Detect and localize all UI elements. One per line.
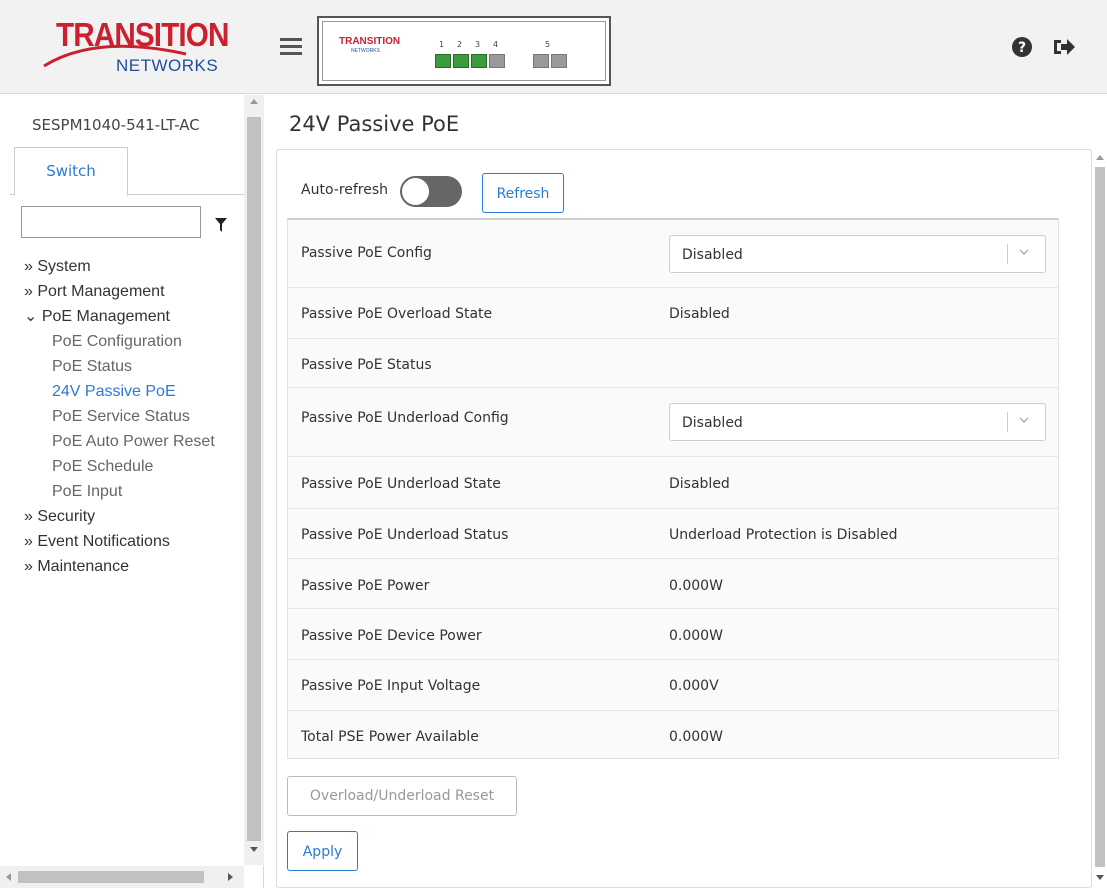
nav-item-poe-schedule[interactable]: PoE Schedule bbox=[24, 454, 215, 479]
chevron-down-icon bbox=[1019, 417, 1029, 423]
row-value: 0.000V bbox=[669, 678, 719, 694]
chevron-down-icon bbox=[1019, 249, 1029, 255]
row-value: Underload Protection is Disabled bbox=[669, 527, 898, 543]
nav-item-poe-input[interactable]: PoE Input bbox=[24, 479, 215, 504]
table-row: Passive PoE Device Power 0.000W bbox=[288, 609, 1058, 660]
device-image[interactable]: TRANSITION NETWORKS 1 2 3 4 5 bbox=[317, 16, 611, 86]
port-2-icon[interactable] bbox=[453, 54, 469, 68]
port-1-icon[interactable] bbox=[435, 54, 451, 68]
port-3-icon[interactable] bbox=[471, 54, 487, 68]
filter-icon[interactable] bbox=[215, 218, 227, 232]
nav-item-maintenance[interactable]: » Maintenance bbox=[24, 554, 215, 579]
nav-item-poe-management[interactable]: ⌄ PoE Management bbox=[24, 304, 215, 329]
device-logo-subtext: NETWORKS bbox=[351, 48, 380, 54]
row-label: Passive PoE Status bbox=[301, 357, 432, 373]
content-vertical-scrollbar[interactable] bbox=[1093, 149, 1107, 888]
sidebar-horizontal-scrollbar[interactable] bbox=[0, 866, 244, 888]
sidebar-vertical-scrollbar[interactable] bbox=[244, 95, 264, 865]
table-row: Passive PoE Underload State Disabled bbox=[288, 457, 1058, 509]
logo-text: TRANSITION bbox=[56, 16, 229, 53]
table-row: Passive PoE Status bbox=[288, 339, 1058, 388]
table-row: Passive PoE Overload State Disabled bbox=[288, 288, 1058, 339]
row-label: Total PSE Power Available bbox=[301, 729, 479, 745]
scroll-up-arrow-icon[interactable] bbox=[1096, 155, 1104, 160]
table-row: Total PSE Power Available 0.000W bbox=[288, 711, 1058, 759]
table-row: Passive PoE Underload Config Disabled bbox=[288, 388, 1058, 457]
overload-underload-reset-button[interactable]: Overload/Underload Reset bbox=[287, 776, 517, 816]
scrollbar-thumb[interactable] bbox=[18, 871, 204, 883]
row-label: Passive PoE Underload State bbox=[301, 476, 501, 492]
port-number: 1 bbox=[439, 40, 445, 49]
page-title: 24V Passive PoE bbox=[289, 112, 460, 136]
nav-item-port-management[interactable]: » Port Management bbox=[24, 279, 215, 304]
nav-item-poe-service-status[interactable]: PoE Service Status bbox=[24, 404, 215, 429]
select-separator bbox=[1007, 244, 1008, 264]
select-value: Disabled bbox=[682, 415, 743, 431]
port-5-sfp-icon[interactable] bbox=[551, 54, 567, 68]
device-panel: TRANSITION NETWORKS 1 2 3 4 5 bbox=[322, 21, 606, 81]
select-separator bbox=[1007, 412, 1008, 432]
port-5-icon[interactable] bbox=[533, 54, 549, 68]
help-icon[interactable]: ? bbox=[1011, 36, 1033, 58]
device-name: SESPM1040-541-LT-AC bbox=[32, 116, 200, 134]
scroll-down-arrow-icon[interactable] bbox=[250, 847, 258, 852]
svg-text:?: ? bbox=[1018, 40, 1026, 56]
nav-item-security[interactable]: » Security bbox=[24, 504, 215, 529]
row-label: Passive PoE Power bbox=[301, 578, 430, 594]
auto-refresh-toggle[interactable] bbox=[400, 176, 462, 207]
table-row: Passive PoE Config Disabled bbox=[288, 220, 1058, 288]
row-label: Passive PoE Config bbox=[301, 245, 432, 261]
nav-item-poe-auto-power-reset[interactable]: PoE Auto Power Reset bbox=[24, 429, 215, 454]
nav-item-system[interactable]: » System bbox=[24, 254, 215, 279]
row-label: Passive PoE Underload Status bbox=[301, 527, 509, 543]
refresh-button[interactable]: Refresh bbox=[482, 173, 564, 213]
nav-item-event-notifications[interactable]: » Event Notifications bbox=[24, 529, 215, 554]
logout-icon[interactable] bbox=[1052, 36, 1076, 58]
header: TRANSITION NETWORKS TRANSITION NETWORKS … bbox=[0, 0, 1107, 94]
logo: TRANSITION NETWORKS bbox=[36, 14, 236, 80]
select-value: Disabled bbox=[682, 247, 743, 263]
row-label: Passive PoE Overload State bbox=[301, 306, 493, 322]
scrollbar-thumb[interactable] bbox=[247, 117, 261, 841]
logo-subtext: NETWORKS bbox=[116, 56, 219, 75]
scroll-right-arrow-icon[interactable] bbox=[228, 873, 233, 881]
scroll-up-arrow-icon[interactable] bbox=[250, 99, 258, 104]
device-logo-text: TRANSITION bbox=[339, 36, 401, 47]
port-number: 3 bbox=[475, 40, 481, 49]
nav-item-poe-configuration[interactable]: PoE Configuration bbox=[24, 329, 215, 354]
toggle-knob bbox=[401, 177, 430, 206]
scrollbar-thumb[interactable] bbox=[1095, 167, 1105, 867]
port-number: 5 bbox=[545, 40, 551, 49]
tab-switch[interactable]: Switch bbox=[14, 147, 128, 196]
passive-poe-config-select[interactable]: Disabled bbox=[669, 235, 1046, 273]
port-number: 2 bbox=[457, 40, 463, 49]
table-row: Passive PoE Input Voltage 0.000V bbox=[288, 660, 1058, 711]
apply-button[interactable]: Apply bbox=[287, 831, 358, 871]
menu-icon[interactable] bbox=[280, 38, 302, 56]
port-4-icon[interactable] bbox=[489, 54, 505, 68]
scroll-left-arrow-icon[interactable] bbox=[6, 873, 11, 881]
row-label: Passive PoE Input Voltage bbox=[301, 678, 481, 694]
passive-poe-underload-config-select[interactable]: Disabled bbox=[669, 403, 1046, 441]
table-row: Passive PoE Underload Status Underload P… bbox=[288, 509, 1058, 559]
scroll-down-arrow-icon[interactable] bbox=[1096, 875, 1104, 880]
auto-refresh-label: Auto-refresh bbox=[301, 182, 389, 198]
nav-item-24v-passive-poe[interactable]: 24V Passive PoE bbox=[24, 379, 215, 404]
row-label: Passive PoE Underload Config bbox=[301, 410, 509, 426]
table-row: Passive PoE Power 0.000W bbox=[288, 559, 1058, 609]
row-value: Disabled bbox=[669, 476, 730, 492]
row-value: 0.000W bbox=[669, 729, 723, 745]
sidebar-nav: » System » Port Management ⌄ PoE Managem… bbox=[24, 254, 215, 579]
nav-item-poe-status[interactable]: PoE Status bbox=[24, 354, 215, 379]
row-value: 0.000W bbox=[669, 578, 723, 594]
port-number: 4 bbox=[493, 40, 499, 49]
row-value: 0.000W bbox=[669, 628, 723, 644]
row-value: Disabled bbox=[669, 306, 730, 322]
menu-filter-input[interactable] bbox=[21, 206, 201, 238]
passive-poe-table: Passive PoE Config Disabled Passive PoE … bbox=[287, 218, 1059, 759]
row-label: Passive PoE Device Power bbox=[301, 628, 482, 644]
